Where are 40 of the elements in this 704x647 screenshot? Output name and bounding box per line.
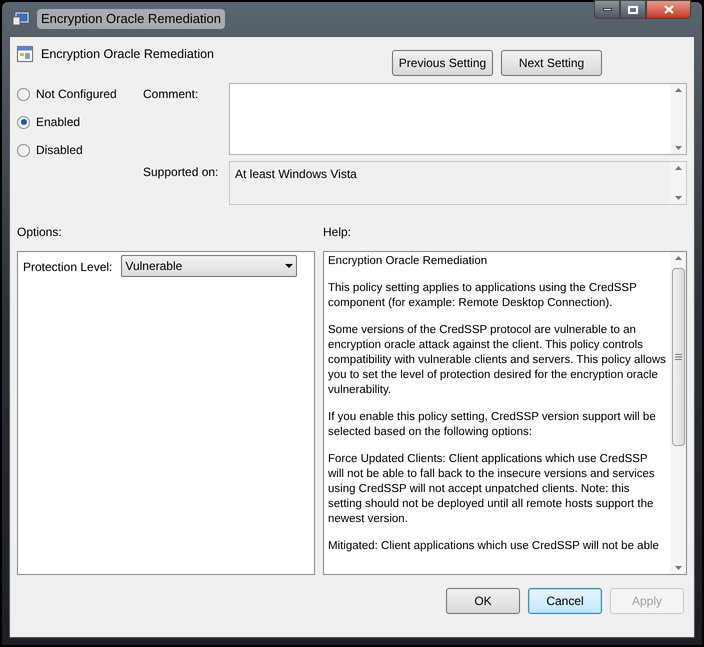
supported-on-field: At least Windows Vista <box>229 161 687 205</box>
field-label: Protection Level: <box>23 259 112 276</box>
scrollbar-thumb[interactable] <box>672 268 684 446</box>
scroll-up-icon[interactable] <box>674 88 682 92</box>
minimize-button[interactable] <box>594 0 620 19</box>
scroll-down-icon[interactable] <box>674 196 682 200</box>
help-paragraph: If you enable this policy setting, CredSSP version support will be selected based on the following options: <box>328 410 657 440</box>
section-label: Help: <box>323 224 352 241</box>
dropdown-arrow-icon <box>285 264 294 268</box>
section-label: Options: <box>17 224 63 241</box>
radio-button[interactable] <box>17 88 30 100</box>
dialog-button[interactable]: Cancel <box>528 588 602 614</box>
window-app-icon <box>13 12 29 26</box>
radio-label: Disabled <box>36 142 83 159</box>
dialog-button[interactable]: OK <box>446 588 520 614</box>
scroll-up-icon[interactable] <box>674 166 682 170</box>
help-paragraph: Force Updated Clients: Client applications which use CredSSP will not be able to fall back to the insecure versions and services using CredSSP will not accept unpatched clients. Note: this setting should not be deployed until all remote hosts support the newest version. <box>328 452 656 527</box>
help-paragraph: Encryption Oracle Remediation <box>328 254 488 269</box>
close-icon <box>664 5 674 14</box>
help-paragraph: Some versions of the CredSSP protocol are vulnerable to an encryption oracle attack against the client. This policy controls compatibility with vulnerable clients and servers. This policy allows you to set the level of protection desired for the encryption oracle vulnerability. <box>328 323 666 398</box>
radio-button[interactable] <box>17 116 30 128</box>
field-label: Supported on: <box>143 164 220 181</box>
policy-icon <box>17 46 33 62</box>
policy-title: Encryption Oracle Remediation <box>41 46 214 63</box>
help-paragraph: This policy setting applies to applications using the CredSSP component (for example: Remote Desktop Connection). <box>328 281 638 311</box>
scroll-down-icon[interactable] <box>674 146 682 150</box>
protection-level-dropdown[interactable]: Vulnerable <box>121 255 298 277</box>
help-paragraph: Mitigated: Client applications which use CredSSP will not be able <box>328 539 660 554</box>
radio-label: Not Configured <box>36 86 117 103</box>
dialog-button[interactable]: Previous Setting <box>392 50 493 76</box>
maximize-button[interactable] <box>620 0 646 19</box>
comment-field[interactable] <box>229 83 687 155</box>
scroll-up-icon[interactable] <box>674 256 682 260</box>
radio-label: Enabled <box>36 114 80 131</box>
close-button[interactable] <box>646 0 691 19</box>
field-label: Comment: <box>143 86 200 103</box>
dialog-button[interactable]: Next Setting <box>501 50 602 76</box>
window-title: Encryption Oracle Remediation <box>37 9 225 29</box>
radio-button[interactable] <box>17 144 30 156</box>
scroll-down-icon[interactable] <box>674 566 682 570</box>
